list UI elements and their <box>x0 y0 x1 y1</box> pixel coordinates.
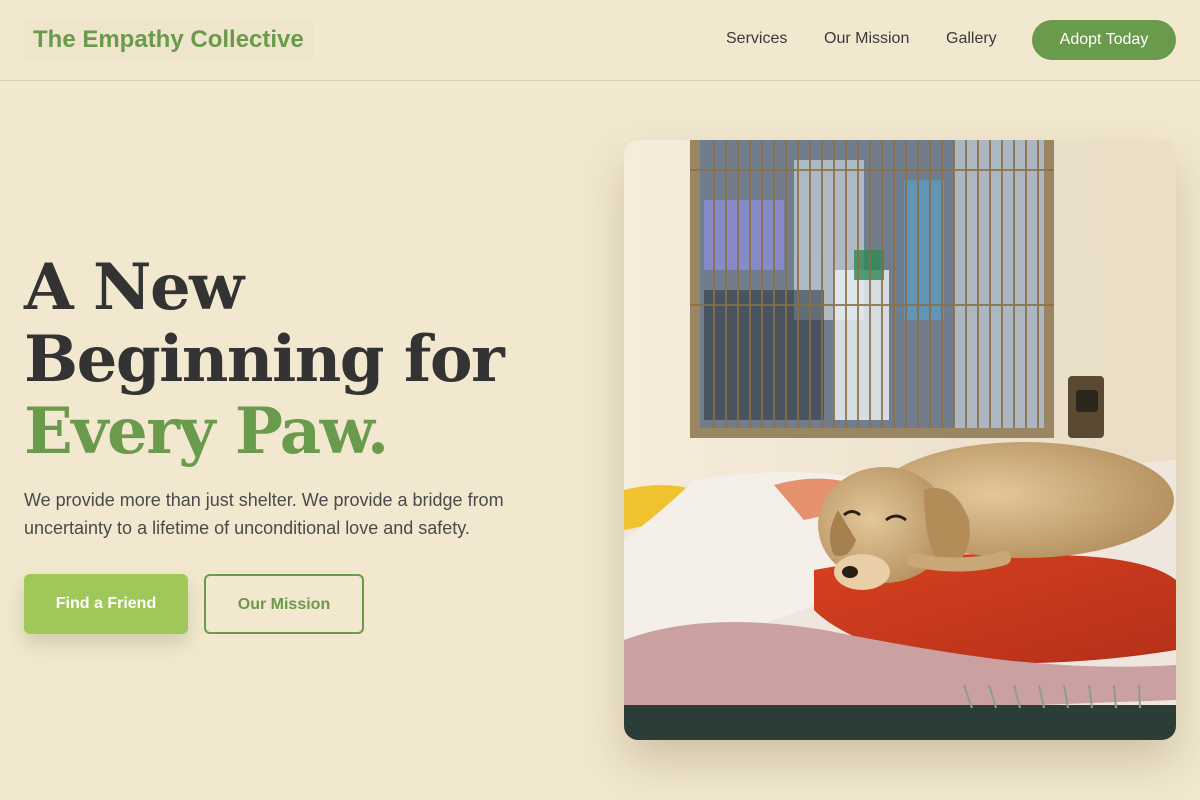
nav-link-gallery[interactable]: Gallery <box>946 30 997 48</box>
puppy-illustration <box>624 140 1176 740</box>
adopt-today-button[interactable]: Adopt Today <box>1032 20 1176 60</box>
headline-line-1: A New <box>24 250 244 325</box>
puppy-photo <box>624 140 1176 740</box>
top-navigation-bar: The Empathy Collective Services Our Miss… <box>0 0 1200 81</box>
brand-logo[interactable]: The Empathy Collective <box>24 20 314 60</box>
nav-link-services[interactable]: Services <box>726 30 787 48</box>
our-mission-button[interactable]: Our Mission <box>204 574 364 634</box>
nav-link-our-mission[interactable]: Our Mission <box>824 30 909 48</box>
hero-lead-paragraph: We provide more than just shelter. We pr… <box>24 490 504 538</box>
headline-accent: Every Paw. <box>24 394 389 469</box>
hero-headline: A New Beginning for Every Paw. <box>24 252 584 468</box>
find-a-friend-button[interactable]: Find a Friend <box>24 574 188 634</box>
headline-line-2: Beginning for <box>24 322 505 397</box>
